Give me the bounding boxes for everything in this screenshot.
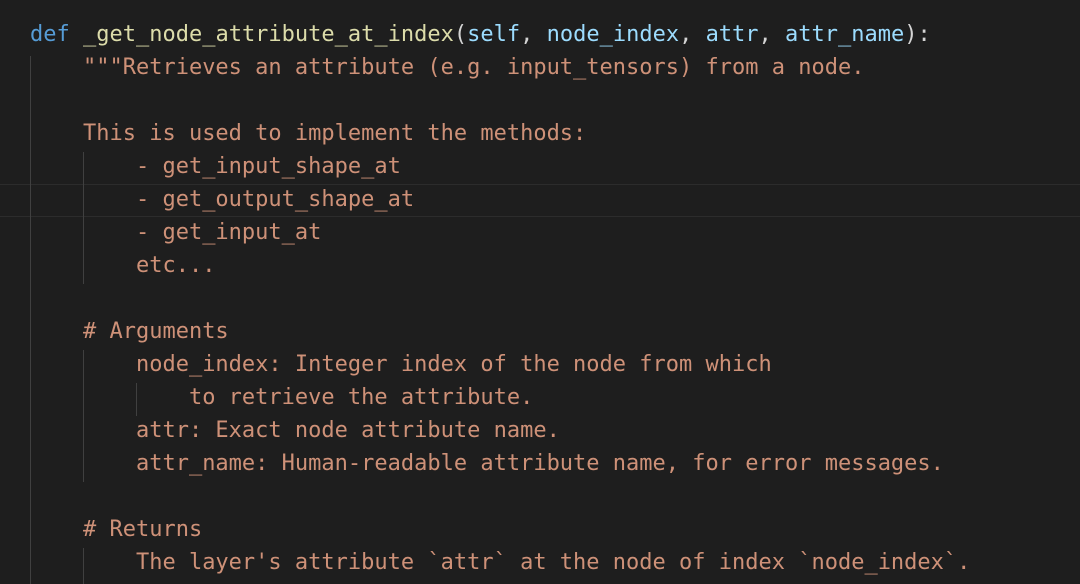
def-keyword: def — [30, 22, 70, 47]
docstring-text: # Returns — [82, 517, 203, 542]
docstring-line — [30, 84, 1080, 117]
docstring-text: node_index: Integer index of the node fr… — [82, 352, 772, 377]
docstring-text: - get_input_shape_at — [82, 154, 401, 179]
docstring-text: to retrieve the attribute. — [82, 385, 534, 410]
docstring-text: - get_output_shape_at — [82, 187, 415, 212]
param-attr-name: attr_name — [785, 22, 905, 47]
docstring-text: attr: Exact node attribute name. — [82, 418, 560, 443]
docstring-line: # Returns — [30, 513, 1080, 546]
code-lines: def _get_node_attribute_at_index(self, n… — [30, 18, 1080, 579]
param-separator: , — [679, 22, 706, 47]
docstring-line: - get_input_shape_at — [30, 150, 1080, 183]
docstring-text: """Retrieves an attribute (e.g. input_te… — [82, 55, 865, 80]
docstring-line: This is used to implement the methods: — [30, 117, 1080, 150]
docstring-line: - get_output_shape_at — [30, 183, 1080, 216]
function-name: _get_node_attribute_at_index — [83, 22, 454, 47]
docstring-line: etc... — [30, 249, 1080, 282]
docstring-line — [30, 282, 1080, 315]
param-attr: attr — [705, 22, 759, 47]
docstring-line: # Arguments — [30, 315, 1080, 348]
code-line-signature: def _get_node_attribute_at_index(self, n… — [30, 18, 1080, 51]
docstring-line: to retrieve the attribute. — [30, 381, 1080, 414]
docstring-line: node_index: Integer index of the node fr… — [30, 348, 1080, 381]
param-separator: , — [758, 22, 786, 47]
close-paren-colon: ): — [904, 22, 931, 47]
docstring-line: attr: Exact node attribute name. — [30, 414, 1080, 447]
param-node-index: node_index — [546, 22, 680, 47]
docstring-line: - get_input_at — [30, 216, 1080, 249]
param-self: self — [467, 22, 521, 47]
docstring-text: attr_name: Human-readable attribute name… — [82, 451, 944, 476]
docstring-text: - get_input_at — [82, 220, 322, 245]
code-editor[interactable]: def _get_node_attribute_at_index(self, n… — [0, 0, 1080, 584]
docstring-text: # Arguments — [82, 319, 229, 344]
docstring-line — [30, 480, 1080, 513]
docstring-text: etc... — [82, 253, 216, 278]
docstring-line: attr_name: Human-readable attribute name… — [30, 447, 1080, 480]
docstring-text: The layer's attribute `attr` at the node… — [82, 550, 971, 575]
docstring-line: """Retrieves an attribute (e.g. input_te… — [30, 51, 1080, 84]
docstring-line: The layer's attribute `attr` at the node… — [30, 546, 1080, 579]
param-separator: , — [520, 22, 547, 47]
docstring-text: This is used to implement the methods: — [82, 121, 587, 146]
open-paren: ( — [453, 22, 468, 47]
